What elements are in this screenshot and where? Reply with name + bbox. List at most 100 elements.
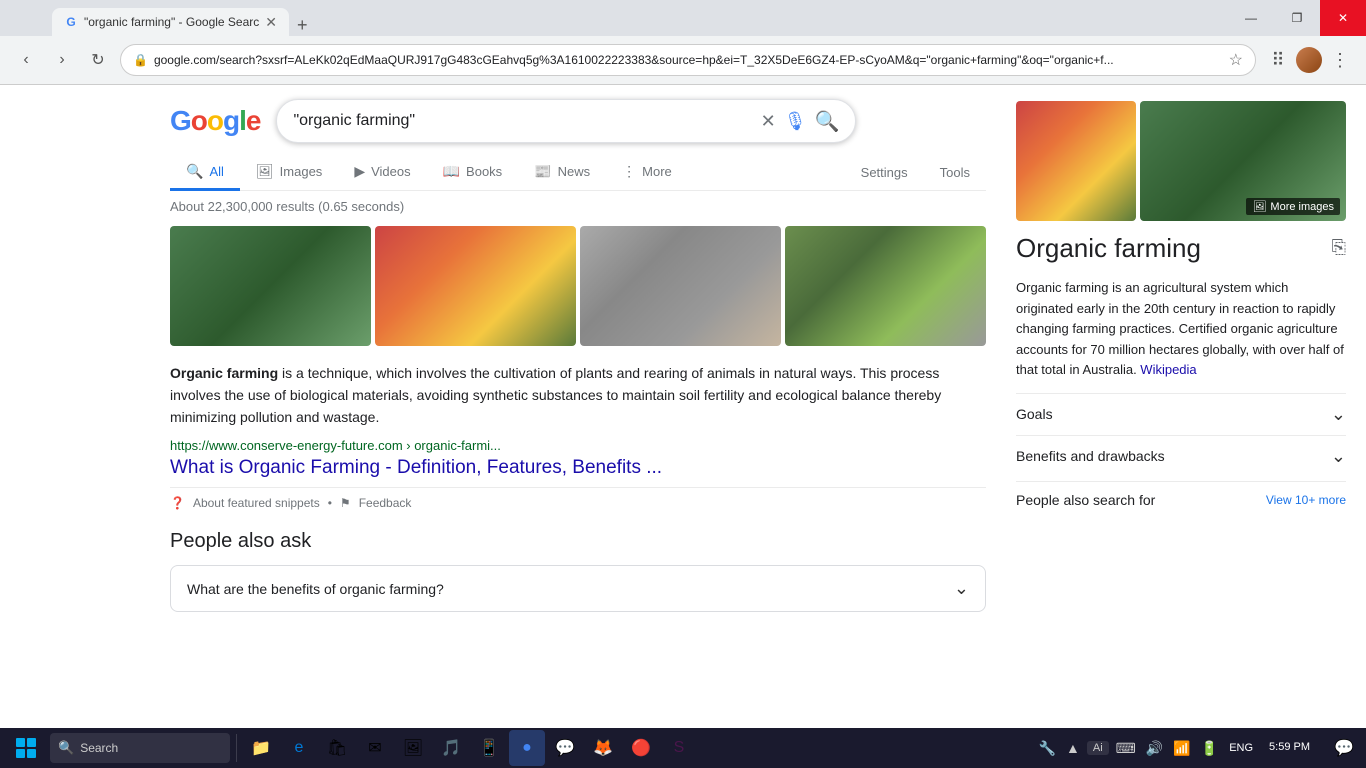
taskbar-slack-icon[interactable]: S (661, 730, 697, 766)
taskbar-extra-icon[interactable]: 🔴 (623, 730, 659, 766)
search-box[interactable]: ✕ 🎙 🔍 (276, 99, 856, 143)
result-image-2[interactable] (375, 226, 576, 346)
about-snippets-label[interactable]: About featured snippets (193, 496, 320, 510)
search-input[interactable] (293, 112, 752, 130)
new-tab-button[interactable]: + (289, 15, 316, 36)
benefits-chevron-icon: ⌄ (1331, 446, 1346, 467)
clear-search-icon[interactable]: ✕ (761, 111, 776, 132)
ai-label[interactable]: Ai (1087, 741, 1109, 755)
settings-link[interactable]: Settings (845, 157, 924, 188)
taskbar-firefox-icon[interactable]: 🦊 (585, 730, 621, 766)
panel-image-1[interactable] (1016, 101, 1136, 221)
result-image-1[interactable] (170, 226, 371, 346)
file-explorer-icon: 📁 (250, 737, 272, 759)
taskbar-music-icon[interactable]: 🎵 (433, 730, 469, 766)
books-tab-icon: 📖 (443, 163, 460, 180)
all-tab-icon: 🔍 (186, 163, 203, 180)
tab-videos-label: Videos (371, 164, 411, 179)
address-bar[interactable]: 🔒 google.com/search?sxsrf=ALeKk02qEdMaaQ… (120, 44, 1256, 76)
image-strip[interactable] (170, 226, 986, 346)
bookmark-icon[interactable]: ☆ (1229, 50, 1243, 70)
menu-icon[interactable]: ⋮ (1326, 46, 1354, 74)
benefits-label: Benefits and drawbacks (1016, 448, 1165, 464)
clock[interactable]: 5:59 PM (1261, 740, 1318, 755)
voice-search-icon[interactable]: 🎙 (784, 111, 807, 132)
logo-o1: o (191, 105, 207, 136)
phone-icon: 📱 (478, 737, 500, 759)
taskbar-search-text: Search (80, 741, 118, 755)
share-icon[interactable]: ⎘ (1332, 237, 1346, 258)
mail-icon: ✉ (364, 737, 386, 759)
taskbar-whatsapp-icon[interactable]: 💬 (547, 730, 583, 766)
result-image-4[interactable] (785, 226, 986, 346)
tab-books[interactable]: 📖 Books (427, 155, 519, 191)
address-bar-row: ‹ › ↻ 🔒 google.com/search?sxsrf=ALeKk02q… (0, 36, 1366, 84)
taskbar-mail-icon[interactable]: ✉ (357, 730, 393, 766)
snippet-url[interactable]: https://www.conserve-energy-future.com ›… (170, 438, 986, 453)
taskbar-photos-icon[interactable]: 🖼 (395, 730, 431, 766)
music-icon: 🎵 (440, 737, 462, 759)
snippet-text: Organic farming is a technique, which in… (170, 362, 986, 428)
start-button[interactable] (4, 730, 48, 766)
close-button[interactable]: ✕ (1320, 0, 1366, 36)
tab-images[interactable]: 🖼 Images (240, 155, 338, 191)
volume-icon[interactable]: 🔊 (1143, 738, 1166, 759)
wikipedia-link[interactable]: Wikipedia (1140, 362, 1196, 377)
more-images-badge[interactable]: 🖼 More images (1246, 198, 1340, 215)
language-label[interactable]: ENG (1229, 742, 1253, 754)
taskbar-phone-icon[interactable]: 📱 (471, 730, 507, 766)
taskbar-edge-icon[interactable]: e (281, 730, 317, 766)
tab-all-label: All (209, 164, 223, 179)
goals-chevron-icon: ⌄ (1331, 404, 1346, 425)
network-icon[interactable]: 📶 (1170, 738, 1193, 759)
slack-icon: S (668, 737, 690, 759)
images-tab-icon: 🖼 (256, 163, 274, 180)
forward-button[interactable]: › (48, 46, 76, 74)
taskbar: 🔍 Search 📁 e 🛍 ✉ 🖼 🎵 📱 ● 💬 🦊 🔴 S 🔧 (0, 728, 1366, 768)
taskbar-chrome-icon[interactable]: ● (509, 730, 545, 766)
tab-all[interactable]: 🔍 All (170, 155, 240, 191)
tools-link[interactable]: Tools (924, 157, 986, 188)
tab-more[interactable]: ⋮ More (606, 155, 688, 191)
paa-question-1[interactable]: What are the benefits of organic farming… (171, 566, 985, 611)
snippet-title[interactable]: What is Organic Farming - Definition, Fe… (170, 457, 986, 479)
keyboard-icon[interactable]: ⌨ (1113, 738, 1139, 759)
taskbar-explorer-icon[interactable]: 📁 (243, 730, 279, 766)
tab-books-label: Books (466, 164, 502, 179)
taskbar-store-icon[interactable]: 🛍 (319, 730, 355, 766)
tab-title: "organic farming" - Google Searc (84, 15, 259, 29)
search-button-icon[interactable]: 🔍 (815, 109, 840, 134)
panel-goals-section[interactable]: Goals ⌄ (1016, 393, 1346, 435)
tray-icon-1[interactable]: 🔧 (1036, 738, 1059, 759)
logo-e: e (246, 105, 261, 136)
taskbar-search-box[interactable]: 🔍 Search (50, 733, 230, 763)
view-more-link[interactable]: View 10+ more (1266, 493, 1346, 507)
minimize-button[interactable]: — (1228, 0, 1274, 36)
back-button[interactable]: ‹ (12, 46, 40, 74)
restore-button[interactable]: ❐ (1274, 0, 1320, 36)
chrome-icon: ● (516, 737, 538, 759)
feedback-button[interactable]: Feedback (359, 496, 412, 510)
paa-title: People also ask (170, 530, 986, 553)
paa-item-1[interactable]: What are the benefits of organic farming… (170, 565, 986, 612)
refresh-button[interactable]: ↻ (84, 46, 112, 74)
panel-images[interactable]: 🖼 More images (1016, 101, 1346, 221)
panel-image-2[interactable]: 🖼 More images (1140, 101, 1346, 221)
notification-center[interactable]: 💬 (1326, 730, 1362, 766)
paa-question-text-1: What are the benefits of organic farming… (187, 581, 444, 597)
tab-close-icon[interactable]: ✕ (265, 14, 277, 31)
apps-icon[interactable]: ⠿ (1264, 46, 1292, 74)
notification-icon: 💬 (1334, 738, 1354, 758)
address-text: google.com/search?sxsrf=ALeKk02qEdMaaQUR… (154, 53, 1223, 67)
active-tab[interactable]: G "organic farming" - Google Searc ✕ (52, 8, 289, 36)
battery-icon[interactable]: 🔋 (1198, 738, 1221, 759)
tray-icon-2[interactable]: ▲ (1063, 738, 1083, 758)
tab-videos[interactable]: ▶ Videos (338, 155, 426, 191)
panel-benefits-section[interactable]: Benefits and drawbacks ⌄ (1016, 435, 1346, 477)
logo-o2: o (207, 105, 223, 136)
toolbar-icons: ⠿ ⋮ (1264, 46, 1354, 74)
tab-news[interactable]: 📰 News (518, 155, 606, 191)
snippet-footer: ❓ About featured snippets • ⚑ Feedback (170, 487, 986, 510)
profile-avatar[interactable] (1296, 47, 1322, 73)
result-image-3[interactable] (580, 226, 781, 346)
